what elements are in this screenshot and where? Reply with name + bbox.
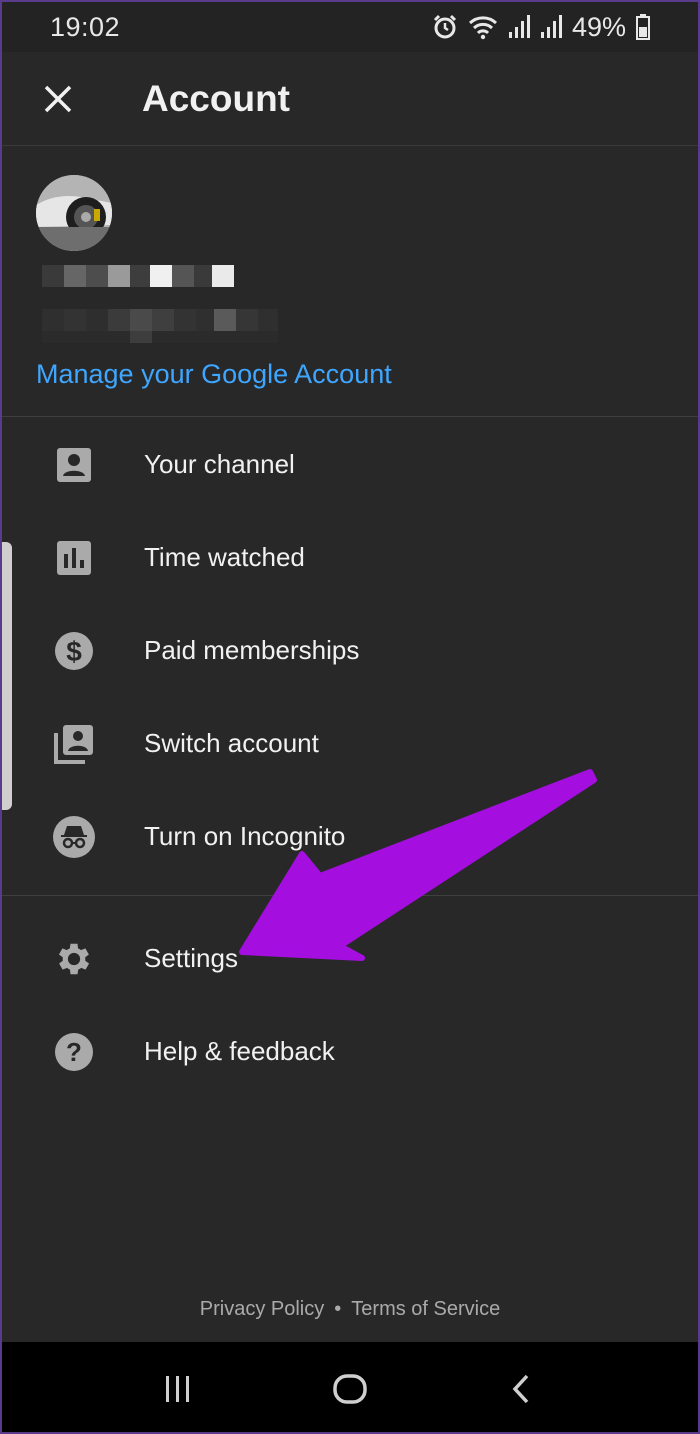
page-title: Account: [142, 77, 290, 119]
back-button[interactable]: [492, 1359, 552, 1419]
app-frame: 19:02 49% Account Manage your Google Acc…: [0, 0, 700, 1434]
menu-item-label: Switch account: [144, 728, 319, 758]
menu-item-label: Turn on Incognito: [144, 821, 346, 851]
wifi-icon: [468, 16, 497, 40]
gear-icon: [52, 937, 96, 981]
terms-of-service-link[interactable]: Terms of Service: [351, 1298, 500, 1320]
menu-item-switch-account[interactable]: Switch account: [2, 697, 698, 790]
menu-item-help-feedback[interactable]: ? Help & feedback: [2, 1005, 698, 1098]
menu-item-label: Settings: [144, 943, 238, 973]
menu-item-your-channel[interactable]: Your channel: [2, 418, 698, 511]
manage-google-account-link[interactable]: Manage your Google Account: [36, 359, 392, 390]
help-icon: ?: [52, 1030, 96, 1074]
menu-item-label: Paid memberships: [144, 635, 360, 665]
signal-icon: [508, 15, 530, 38]
profile-section: Manage your Google Account: [2, 147, 698, 417]
close-icon: [44, 85, 72, 112]
person-box-icon: [52, 443, 96, 487]
svg-text:$: $: [66, 636, 82, 667]
status-time: 19:02: [50, 11, 121, 42]
close-button[interactable]: [28, 69, 88, 129]
back-icon: [512, 1374, 529, 1404]
system-nav-bar: [2, 1342, 698, 1432]
footer-separator: •: [334, 1298, 342, 1320]
avatar-image: [36, 175, 112, 251]
menu-item-paid-memberships[interactable]: $ Paid memberships: [2, 604, 698, 697]
incognito-icon: [52, 815, 96, 859]
battery-percentage: 49%: [571, 11, 626, 42]
account-menu: Your channel Time watched $ Paid members…: [2, 418, 698, 1098]
home-icon: [333, 1374, 367, 1404]
home-button[interactable]: [320, 1359, 380, 1419]
bar-chart-icon: [52, 536, 96, 580]
menu-divider: [2, 895, 698, 896]
battery-icon: [636, 14, 650, 40]
signal-icon: [540, 15, 562, 38]
switch-account-icon: [52, 722, 96, 766]
menu-item-time-watched[interactable]: Time watched: [2, 511, 698, 604]
edge-panel-handle[interactable]: [2, 542, 12, 810]
svg-text:?: ?: [66, 1037, 82, 1067]
menu-item-label: Time watched: [144, 542, 305, 572]
alarm-icon: [433, 14, 457, 39]
footer-links: Privacy Policy • Terms of Service: [2, 1298, 698, 1321]
header: Account: [2, 52, 698, 146]
privacy-policy-link[interactable]: Privacy Policy: [200, 1298, 324, 1320]
status-icons: 49%: [432, 12, 650, 43]
menu-item-settings[interactable]: Settings: [2, 912, 698, 1005]
menu-item-incognito[interactable]: Turn on Incognito: [2, 790, 698, 883]
avatar[interactable]: [36, 175, 112, 251]
recent-apps-button[interactable]: [148, 1359, 208, 1419]
menu-item-label: Your channel: [144, 449, 295, 479]
status-bar: 19:02 49%: [2, 2, 698, 52]
recent-apps-icon: [166, 1376, 189, 1402]
dollar-circle-icon: $: [52, 629, 96, 673]
menu-item-label: Help & feedback: [144, 1036, 335, 1066]
